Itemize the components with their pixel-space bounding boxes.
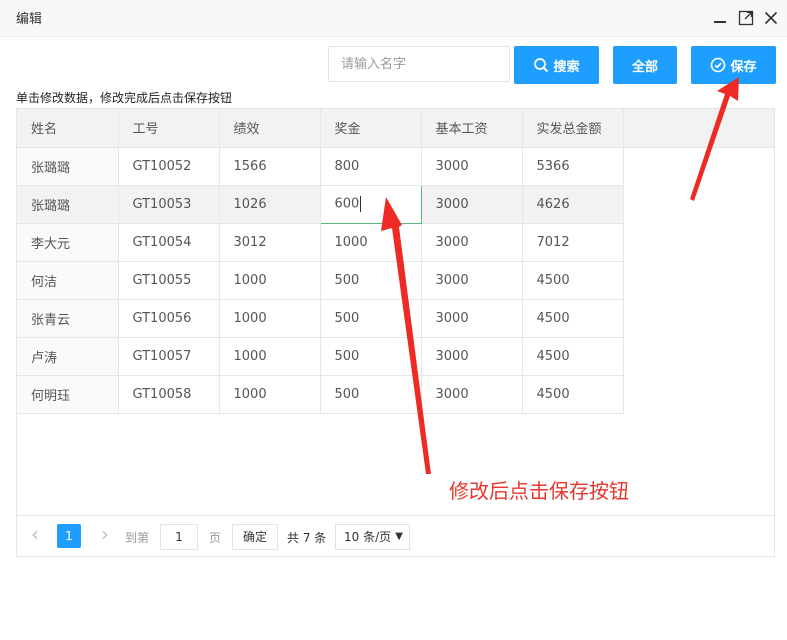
annotation-text: 修改后点击保存按钮 [449,479,629,503]
arrow-to-edited-cell [381,197,431,474]
annotation-arrows [381,77,739,474]
arrow-to-save-button [690,77,739,201]
